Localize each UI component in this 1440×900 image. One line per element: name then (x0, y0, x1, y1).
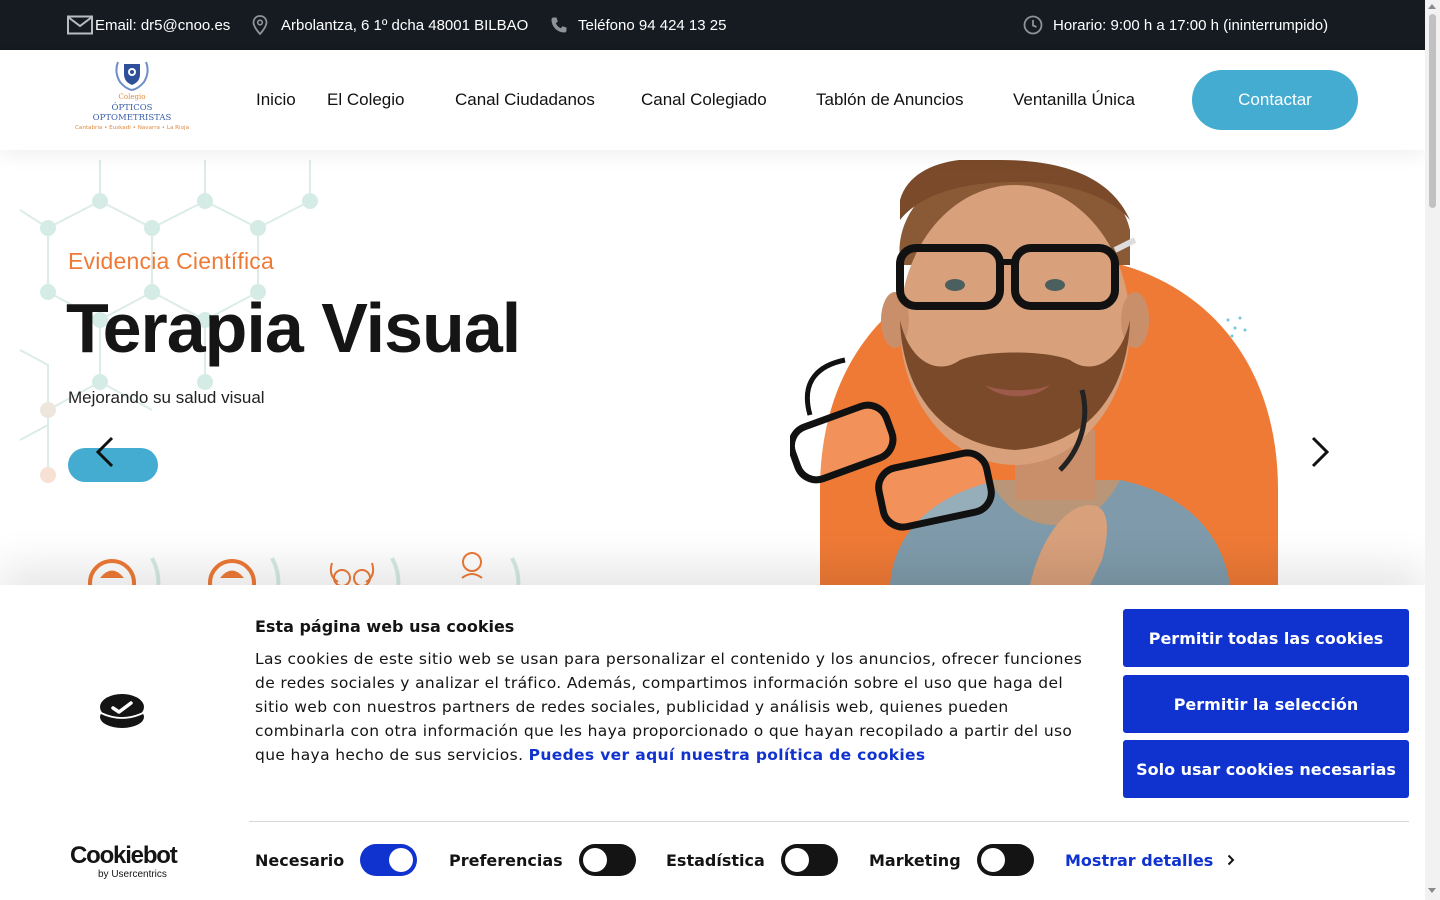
hero-description: Mejorando su salud visual (68, 388, 265, 407)
mail-icon (67, 15, 93, 35)
necessary-only-button[interactable]: Solo usar cookies necesarias (1123, 740, 1409, 798)
toggle-switch-marketing[interactable] (976, 844, 1034, 876)
logo-line-1: Colegio (118, 93, 146, 101)
scrollbar-thumb[interactable] (1429, 14, 1436, 208)
hero-title: Terapia Visual (66, 289, 521, 367)
cookiebot-logo[interactable]: Cookiebot by Usercentrics (70, 842, 178, 881)
location-pin-icon (252, 15, 268, 35)
logo-line-4: Cantabria • Euskadi • Navarra • La Rioja (74, 125, 189, 131)
toggle-estadistica: Estadística (666, 843, 838, 877)
scroll-down-arrow-icon[interactable] (1428, 888, 1436, 893)
allow-selection-button[interactable]: Permitir la selección (1123, 675, 1409, 733)
toggle-label-necesario: Necesario (255, 850, 345, 870)
toggle-label-marketing: Marketing (869, 850, 961, 870)
show-details-label: Mostrar detalles (1065, 850, 1214, 870)
email-text: Email: dr5@cnoo.es (95, 16, 231, 34)
cookie-consent-banner: Esta página web usa cookies Las cookies … (0, 585, 1425, 900)
address-info: Arbolantza, 6 1º dcha 48001 BILBAO (252, 0, 528, 50)
allow-all-cookies-button[interactable]: Permitir todas las cookies (1123, 609, 1409, 667)
feature-icons-row (88, 552, 521, 585)
slider-prev-arrow-icon[interactable] (90, 432, 120, 472)
toggle-label-preferencias: Preferencias (449, 850, 563, 870)
lens-icon (208, 559, 256, 585)
person-head-icon (461, 552, 483, 579)
cookie-title: Esta página web usa cookies (255, 617, 515, 636)
cookie-policy-link[interactable]: Puedes ver aquí nuestra política de cook… (529, 746, 926, 764)
logo-line-2: ÓPTICOS (111, 103, 153, 113)
scroll-up-arrow-icon[interactable] (1428, 4, 1436, 9)
cookie-divider (249, 821, 1409, 822)
toggle-switch-preferencias[interactable] (578, 844, 636, 876)
hero-man-with-glasses-image (790, 160, 1278, 585)
clock-icon (1023, 15, 1043, 35)
toggle-necesario: Necesario (255, 843, 418, 877)
cookiebot-brand: Cookiebot (70, 842, 178, 869)
site-header: Colegio ÓPTICOS OPTOMETRISTAS Cantabria … (0, 50, 1425, 150)
eye-care-icon (88, 559, 136, 585)
slider-next-arrow-icon[interactable] (1305, 432, 1335, 472)
nav-item-el-colegio[interactable]: El Colegio (327, 50, 405, 150)
logo-line-3: OPTOMETRISTAS (92, 113, 172, 123)
phone-text: Teléfono 94 424 13 25 (578, 16, 727, 34)
address-text: Arbolantza, 6 1º dcha 48001 BILBAO (281, 16, 529, 34)
phone-icon (550, 16, 568, 34)
toggle-marketing: Marketing (869, 843, 1034, 877)
nav-item-canal-colegiado[interactable]: Canal Colegiado (641, 50, 767, 150)
show-details-link[interactable]: Mostrar detalles (1065, 843, 1235, 877)
chevron-right-icon (1228, 854, 1235, 866)
cookiebot-by: by Usercentrics (98, 869, 167, 880)
hours-info: Horario: 9:00 h a 17:00 h (ininterrumpid… (1023, 0, 1328, 50)
hero-subtitle: Evidencia Científica (68, 248, 274, 274)
cookie-description: Las cookies de este sitio web se usan pa… (255, 647, 1085, 767)
toggle-preferencias: Preferencias (449, 843, 636, 877)
email-info[interactable]: Email: dr5@cnoo.es (67, 0, 230, 50)
toggle-switch-necesario[interactable] (360, 844, 418, 876)
cookie-logo-icon (100, 694, 144, 728)
nav-item-inicio[interactable]: Inicio (256, 50, 296, 150)
glasses-outline-icon (329, 562, 375, 585)
site-logo[interactable]: Colegio ÓPTICOS OPTOMETRISTAS Cantabria … (68, 56, 196, 140)
top-info-bar: Email: dr5@cnoo.es Arbolantza, 6 1º dcha… (0, 0, 1425, 50)
toggle-label-estadistica: Estadística (666, 850, 765, 870)
hero-slider: Evidencia Científica Terapia Visual Mejo… (0, 150, 1425, 585)
hours-text: Horario: 9:00 h a 17:00 h (ininterrumpid… (1053, 16, 1329, 34)
nav-item-tablon-anuncios[interactable]: Tablón de Anuncios (816, 50, 963, 150)
nav-item-ventanilla-unica[interactable]: Ventanilla Única (1013, 50, 1135, 150)
logo-emblem-icon (115, 61, 149, 91)
phone-info[interactable]: Teléfono 94 424 13 25 (550, 0, 726, 50)
nav-item-canal-ciudadanos[interactable]: Canal Ciudadanos (455, 50, 595, 150)
toggle-switch-estadistica[interactable] (780, 844, 838, 876)
contact-button[interactable]: Contactar (1192, 70, 1358, 130)
page-scrollbar[interactable] (1425, 0, 1440, 900)
